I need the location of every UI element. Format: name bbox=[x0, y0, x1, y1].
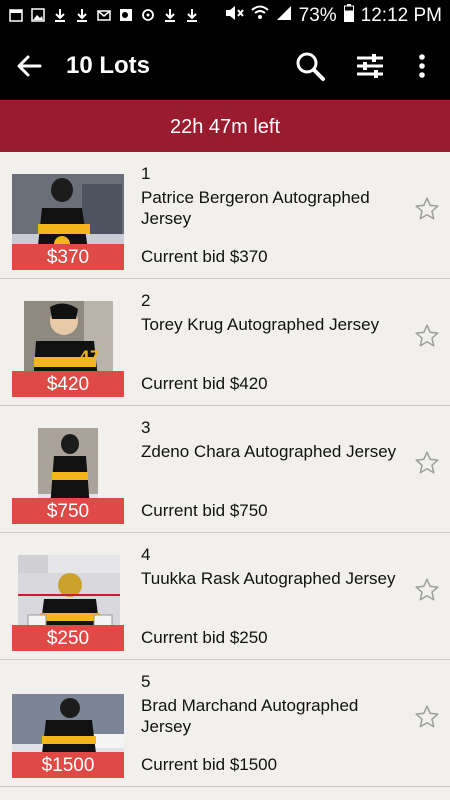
battery-percent: 73% bbox=[298, 5, 337, 26]
star-icon[interactable] bbox=[414, 704, 440, 730]
lot-name: Brad Marchand Autographed Jersey bbox=[141, 696, 359, 736]
lot-number: 4 bbox=[141, 545, 151, 564]
lot-number: 2 bbox=[141, 291, 151, 310]
back-arrow-icon[interactable] bbox=[14, 52, 44, 80]
lot-row[interactable]: $250 4 Tuukka Rask Autographed Jersey Cu… bbox=[0, 533, 450, 660]
notification-icons bbox=[8, 7, 200, 23]
price-tag: $420 bbox=[12, 371, 124, 397]
price-tag: $750 bbox=[12, 498, 124, 524]
lot-row[interactable]: $750 3 Zdeno Chara Autographed Jersey Cu… bbox=[0, 406, 450, 533]
download-icon bbox=[52, 7, 68, 23]
price-tag: $250 bbox=[12, 625, 124, 651]
current-bid: Current bid $370 bbox=[141, 247, 268, 266]
status-bar: 73% 12:12 PM bbox=[0, 0, 450, 32]
battery-icon bbox=[343, 4, 354, 28]
current-bid: Current bid $250 bbox=[141, 628, 268, 647]
svg-text:47: 47 bbox=[80, 349, 99, 365]
star-icon[interactable] bbox=[414, 577, 440, 603]
signal-icon bbox=[276, 5, 292, 27]
current-bid: Current bid $420 bbox=[141, 374, 268, 393]
lot-name: Torey Krug Autographed Jersey bbox=[141, 315, 380, 334]
lot-list: $370 1 Patrice Bergeron Autographed Jers… bbox=[0, 152, 450, 787]
lot-name: Zdeno Chara Autographed Jersey bbox=[141, 442, 397, 461]
price-tag: $1500 bbox=[12, 752, 124, 778]
calendar-icon bbox=[8, 7, 24, 23]
wifi-icon bbox=[250, 5, 269, 27]
lot-number: 1 bbox=[141, 164, 151, 183]
clock: 12:12 PM bbox=[360, 5, 442, 26]
search-icon[interactable] bbox=[294, 50, 326, 82]
download-icon bbox=[74, 7, 90, 23]
lot-row[interactable]: 47 $420 2 Torey Krug Autographed Jersey … bbox=[0, 279, 450, 406]
lot-number: 3 bbox=[141, 418, 151, 437]
download-icon bbox=[162, 7, 178, 23]
filter-sliders-icon[interactable] bbox=[354, 50, 386, 82]
lot-row[interactable]: $1500 5 Brad Marchand Autographed Jersey… bbox=[0, 660, 450, 787]
mute-icon bbox=[224, 4, 244, 28]
star-icon[interactable] bbox=[414, 196, 440, 222]
current-bid: Current bid $750 bbox=[141, 501, 268, 520]
more-options-icon[interactable] bbox=[410, 50, 434, 82]
download-icon bbox=[184, 7, 200, 23]
lot-name: Patrice Bergeron Autographed Jersey bbox=[141, 188, 370, 228]
outlook-icon bbox=[118, 7, 134, 23]
sync-icon bbox=[140, 7, 156, 23]
star-icon[interactable] bbox=[414, 450, 440, 476]
gallery-icon bbox=[30, 7, 46, 23]
lot-row[interactable]: $370 1 Patrice Bergeron Autographed Jers… bbox=[0, 152, 450, 279]
lot-number: 5 bbox=[141, 672, 151, 691]
lot-name: Tuukka Rask Autographed Jersey bbox=[141, 569, 396, 588]
time-remaining-banner: 22h 47m left bbox=[0, 100, 450, 152]
current-bid: Current bid $1500 bbox=[141, 755, 278, 774]
star-icon[interactable] bbox=[414, 323, 440, 349]
gmail-icon bbox=[96, 7, 112, 23]
page-title: 10 Lots bbox=[66, 52, 151, 79]
app-bar: 10 Lots bbox=[0, 32, 450, 100]
price-tag: $370 bbox=[12, 244, 124, 270]
